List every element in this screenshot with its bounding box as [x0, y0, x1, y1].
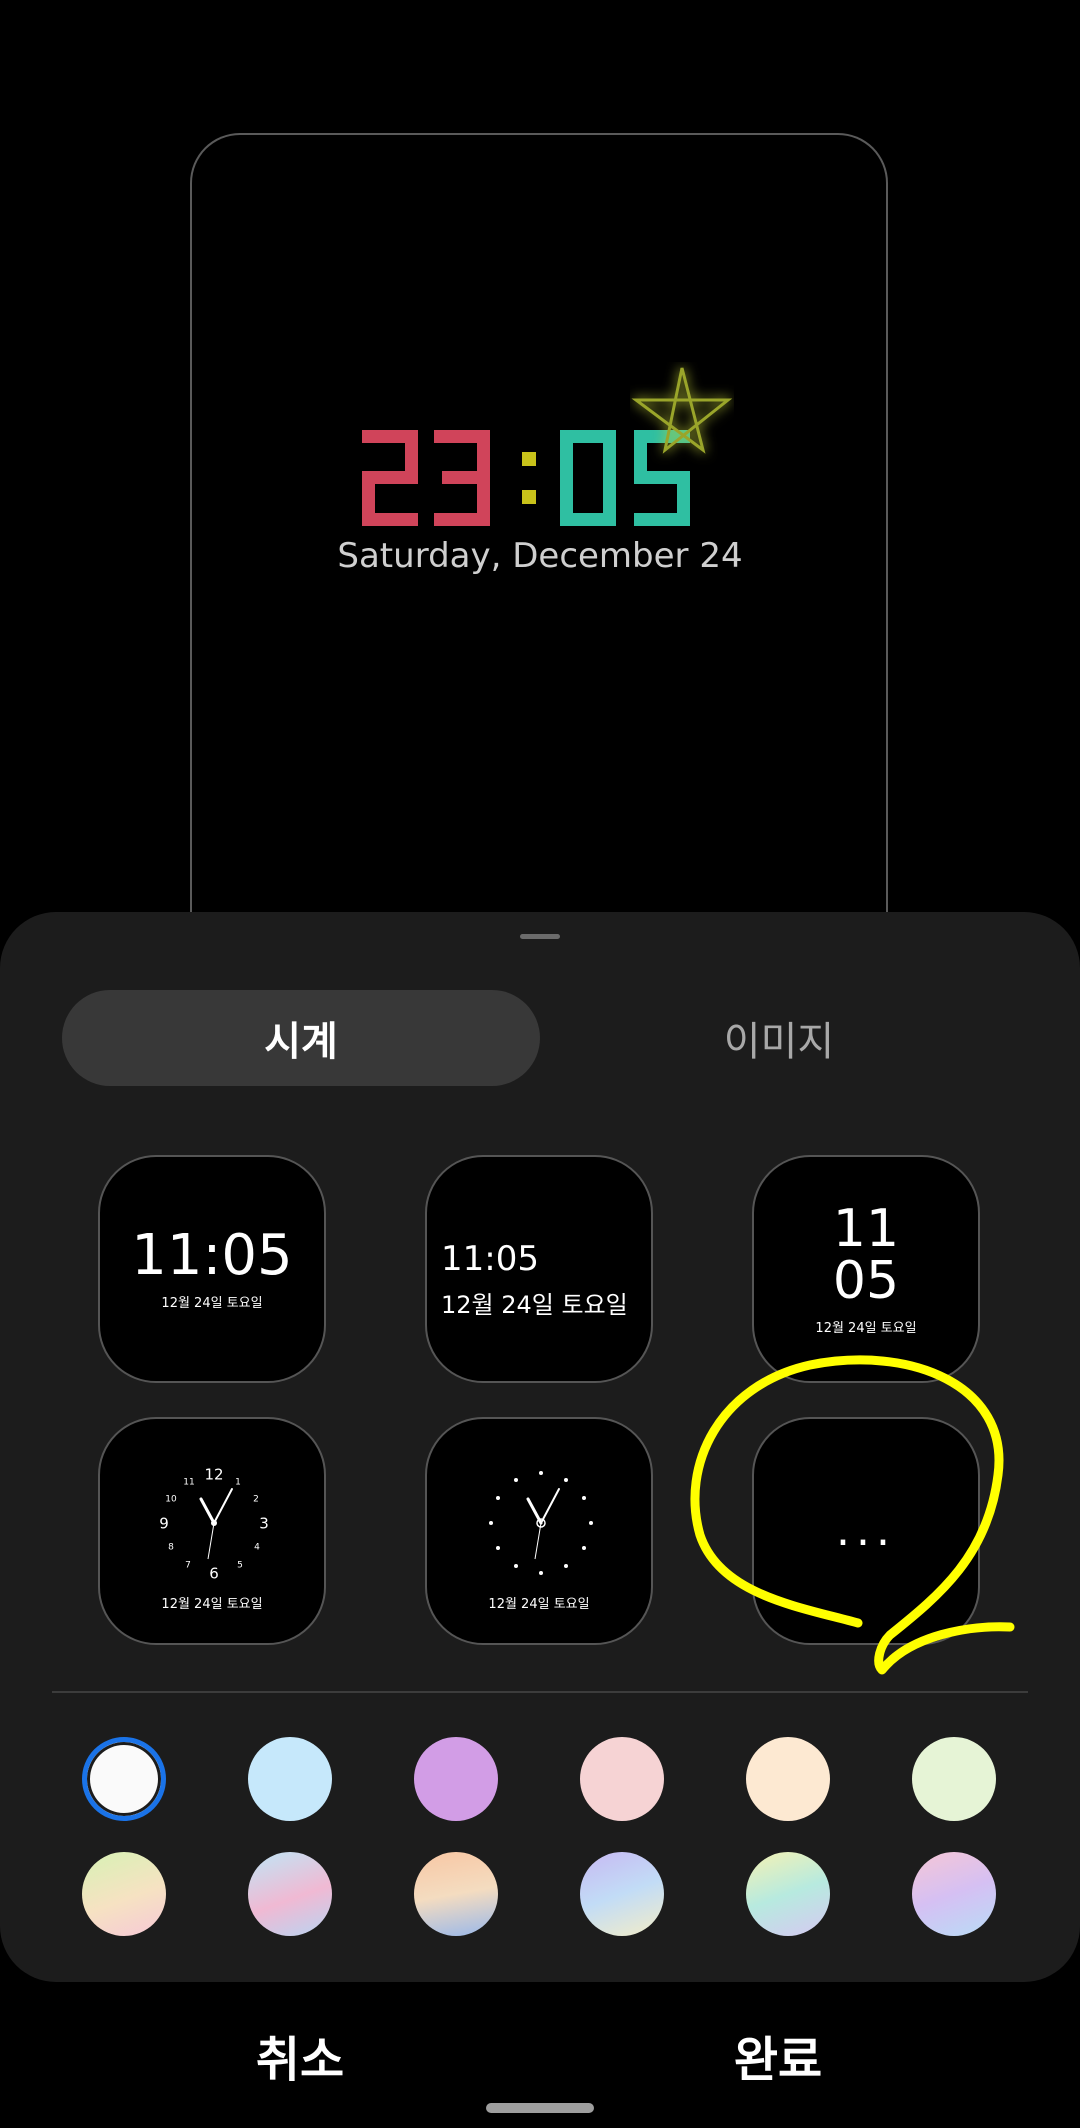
- more-clock-styles-button[interactable]: ...: [752, 1417, 980, 1645]
- clock-numeral: 4: [254, 1543, 260, 1553]
- clock-style-analog-numerals[interactable]: 12 1 2 3 4 5 6 7 8 9 10 11 12월 24일 토요일: [98, 1417, 326, 1645]
- done-button[interactable]: 완료: [508, 2020, 1048, 2088]
- clock-numeral: 10: [165, 1495, 177, 1505]
- clock-time: 11:05: [441, 1239, 539, 1279]
- clock-numeral: 9: [159, 1515, 169, 1533]
- color-swatch-mint[interactable]: [912, 1737, 996, 1821]
- clock-numeral: 2: [253, 1495, 259, 1505]
- color-swatch-white[interactable]: [82, 1737, 166, 1821]
- star-decoration-icon: [630, 362, 734, 466]
- navigation-home-pill[interactable]: [486, 2103, 594, 2113]
- clock-style-analog-dots[interactable]: 12월 24일 토요일: [425, 1417, 653, 1645]
- gradient-swatch-6[interactable]: [912, 1852, 996, 1936]
- clock-style-left-aligned[interactable]: 11:05 12월 24일 토요일: [425, 1155, 653, 1383]
- clock-style-stacked[interactable]: 11 05 12월 24일 토요일: [752, 1155, 980, 1383]
- gradient-swatch-4[interactable]: [580, 1852, 664, 1936]
- clock-date: 12월 24일 토요일: [161, 1597, 263, 1612]
- cancel-button[interactable]: 취소: [30, 2020, 570, 2088]
- clock-date: 12월 24일 토요일: [161, 1295, 263, 1311]
- sheet-drag-handle[interactable]: [520, 934, 560, 939]
- clock-hour: 11: [832, 1198, 900, 1259]
- color-swatch-pink[interactable]: [580, 1737, 664, 1821]
- clock-numeral: 1: [235, 1478, 241, 1488]
- clock-style-digital[interactable]: 11:05 12월 24일 토요일: [98, 1155, 326, 1383]
- clock-numeral: 6: [209, 1565, 219, 1583]
- clock-numeral: 8: [168, 1543, 174, 1553]
- gradient-swatch-2[interactable]: [248, 1852, 332, 1936]
- preview-date: Saturday, December 24: [337, 536, 743, 576]
- more-horizontal-icon: ...: [836, 1505, 896, 1556]
- clock-date: 12월 24일 토요일: [815, 1320, 917, 1336]
- phone-preview-frame: [190, 133, 888, 1033]
- clock-numeral: 5: [237, 1561, 243, 1571]
- tab-clock[interactable]: 시계: [62, 990, 540, 1086]
- gradient-swatch-3[interactable]: [414, 1852, 498, 1936]
- clock-numeral: 11: [183, 1478, 194, 1488]
- color-swatch-peach[interactable]: [746, 1737, 830, 1821]
- clock-time: 11:05: [131, 1222, 293, 1288]
- gradient-swatch-5[interactable]: [746, 1852, 830, 1936]
- color-swatch-lavender[interactable]: [414, 1737, 498, 1821]
- tab-bar: 시계 이미지: [62, 990, 1018, 1086]
- clock-numeral: 12: [204, 1466, 223, 1484]
- clock-numeral: 7: [185, 1561, 191, 1571]
- section-divider: [52, 1691, 1028, 1693]
- color-swatch-light-blue[interactable]: [248, 1737, 332, 1821]
- clock-date: 12월 24일 토요일: [488, 1597, 590, 1612]
- clock-numeral: 3: [259, 1515, 269, 1533]
- gradient-swatch-1[interactable]: [82, 1852, 166, 1936]
- clock-date: 12월 24일 토요일: [441, 1291, 628, 1319]
- clock-minute: 05: [832, 1250, 900, 1311]
- tab-image[interactable]: 이미지: [540, 990, 1018, 1086]
